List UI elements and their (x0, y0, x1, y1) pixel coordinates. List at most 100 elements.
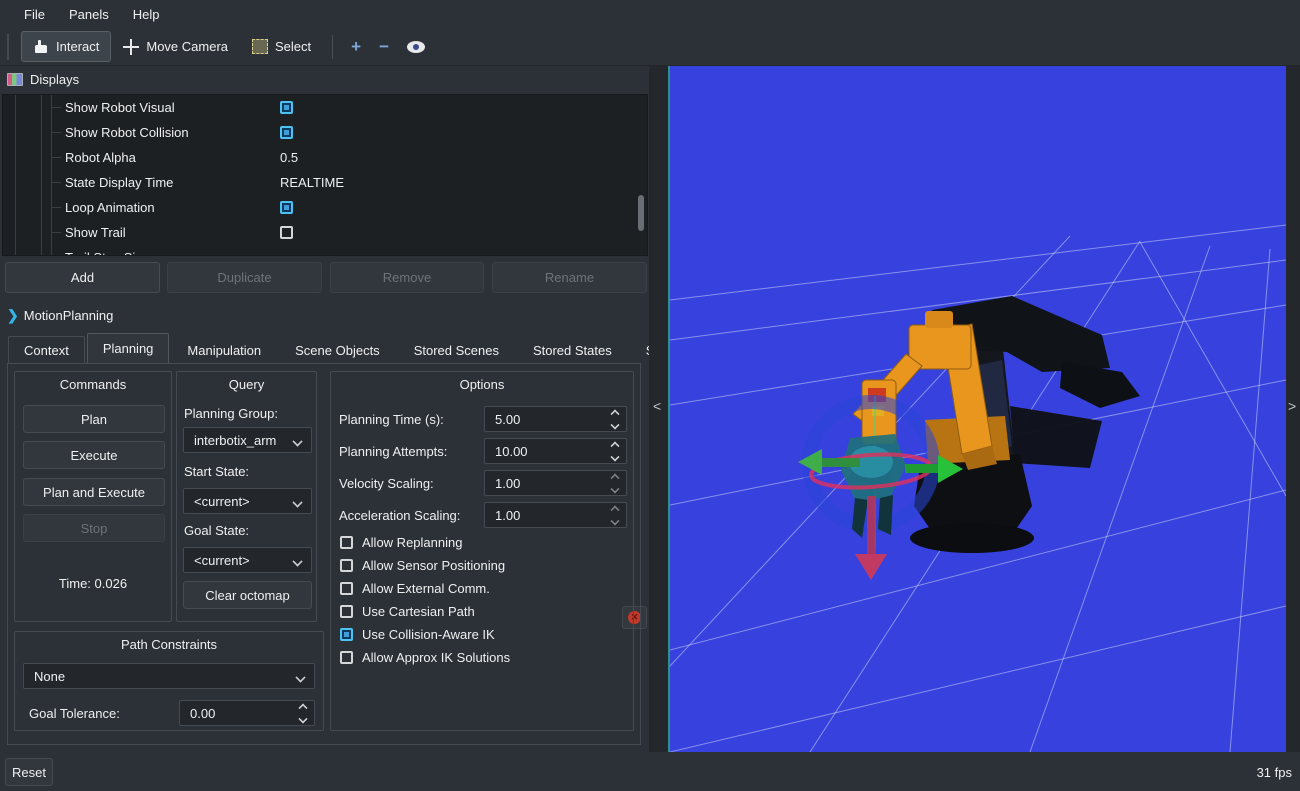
commands-group-title: Commands (15, 377, 171, 392)
allow-replanning-checkbox[interactable]: Allow Replanning (340, 535, 462, 550)
chevron-down-icon (292, 497, 302, 507)
tab-scene-objects[interactable]: Scene Objects (279, 336, 396, 363)
property-label: Show Trail (65, 225, 126, 240)
rename-label: Rename (545, 270, 594, 285)
property-row[interactable]: Trail Step Size (3, 245, 647, 256)
spin-down-icon[interactable] (610, 484, 619, 493)
planning-time-spinbox[interactable]: 5.00 (484, 406, 627, 432)
toolbar-drag-handle[interactable] (7, 34, 12, 60)
query-group: Query Planning Group: interbotix_arm Sta… (176, 371, 317, 622)
toolbar: Interact Move Camera Select + − (0, 28, 1300, 66)
allow-external-comm-checkbox[interactable]: Allow External Comm. (340, 581, 490, 596)
tab-context[interactable]: Context (8, 336, 85, 363)
clear-octomap-button[interactable]: Clear octomap (183, 581, 312, 609)
interact-tool-button[interactable]: Interact (21, 31, 111, 62)
start-state-label: Start State: (184, 464, 249, 479)
plan-and-execute-button[interactable]: Plan and Execute (23, 478, 165, 506)
stop-label: Stop (81, 521, 108, 536)
spin-down-icon[interactable] (610, 452, 619, 461)
checkbox[interactable] (340, 628, 353, 641)
planning-time-label: Planning Time (s): (339, 412, 444, 427)
checkbox[interactable] (340, 536, 353, 549)
path-constraints-title: Path Constraints (15, 637, 323, 652)
collapse-left-icon[interactable]: < (653, 398, 661, 414)
tab-planning[interactable]: Planning (87, 333, 170, 363)
checkbox[interactable] (340, 605, 353, 618)
spin-down-icon[interactable] (610, 420, 619, 429)
spin-down-icon[interactable] (610, 516, 619, 525)
select-tool-button[interactable]: Select (240, 31, 323, 62)
spin-up-icon[interactable] (610, 409, 619, 418)
rviz-window: File Panels Help Interact Move Camera Se… (0, 0, 1300, 791)
use-collision-aware-ik-checkbox[interactable]: Use Collision-Aware IK (340, 627, 495, 642)
planning-time-result: Time: 0.026 (15, 576, 171, 591)
spin-down-icon[interactable] (298, 714, 307, 723)
remove-display-button[interactable]: Remove (330, 262, 484, 293)
goal-state-value: <current> (194, 553, 250, 568)
collapse-right-icon[interactable]: > (1288, 398, 1296, 414)
spin-up-icon[interactable] (298, 703, 307, 712)
property-checkbox[interactable] (280, 126, 293, 139)
planning-group-select[interactable]: interbotix_arm (183, 427, 312, 453)
remove-label: Remove (383, 270, 431, 285)
checkbox[interactable] (340, 559, 353, 572)
clear-octomap-label: Clear octomap (205, 588, 290, 603)
tree-scrollbar[interactable] (638, 195, 644, 231)
status-bar: Reset 31 fps (0, 752, 1300, 791)
property-row[interactable]: Show Trail (3, 220, 647, 245)
property-value[interactable]: REALTIME (280, 175, 344, 190)
path-constraints-select[interactable]: None (23, 663, 315, 689)
property-row[interactable]: Loop Animation (3, 195, 647, 220)
rename-display-button[interactable]: Rename (492, 262, 647, 293)
eye-icon[interactable] (407, 41, 425, 53)
use-cartesian-path-label: Use Cartesian Path (362, 604, 475, 619)
property-value[interactable]: 0.5 (280, 150, 298, 165)
use-cartesian-path-checkbox[interactable]: Use Cartesian Path (340, 604, 475, 619)
duplicate-display-button[interactable]: Duplicate (167, 262, 322, 293)
property-row[interactable]: Robot Alpha 0.5 (3, 145, 647, 170)
acceleration-scaling-spinbox[interactable]: 1.00 (484, 502, 627, 528)
reset-button[interactable]: Reset (5, 758, 53, 786)
spin-up-icon[interactable] (610, 441, 619, 450)
property-label: Loop Animation (65, 200, 155, 215)
left-splitter[interactable]: < (649, 66, 668, 752)
property-checkbox[interactable] (280, 101, 293, 114)
path-constraints-value: None (34, 669, 65, 684)
velocity-scaling-spinbox[interactable]: 1.00 (484, 470, 627, 496)
spin-up-icon[interactable] (610, 473, 619, 482)
displays-property-tree[interactable]: Show Robot Visual Show Robot Collision R… (2, 94, 648, 256)
checkbox[interactable] (340, 582, 353, 595)
spin-up-icon[interactable] (610, 505, 619, 514)
allow-sensor-positioning-checkbox[interactable]: Allow Sensor Positioning (340, 558, 505, 573)
motionplanning-panel-header[interactable]: ❯ MotionPlanning ✕ (0, 302, 657, 328)
property-row[interactable]: State Display Time REALTIME (3, 170, 647, 195)
stop-button[interactable]: Stop (23, 514, 165, 542)
menu-help[interactable]: Help (121, 0, 172, 28)
options-group: Options Planning Time (s): 5.00 Planning… (330, 371, 634, 731)
tab-stored-scenes[interactable]: Stored Scenes (398, 336, 515, 363)
goal-tolerance-spinbox[interactable]: 0.00 (179, 700, 315, 726)
start-state-select[interactable]: <current> (183, 488, 312, 514)
property-checkbox[interactable] (280, 226, 293, 239)
tab-manipulation[interactable]: Manipulation (171, 336, 277, 363)
displays-panel-header[interactable]: Displays ✕ (0, 66, 657, 92)
zoom-out-button[interactable]: − (370, 37, 398, 57)
execute-button[interactable]: Execute (23, 441, 165, 469)
add-display-button[interactable]: Add (5, 262, 160, 293)
right-splitter[interactable]: > (1284, 66, 1300, 752)
property-row[interactable]: Show Robot Visual (3, 95, 647, 120)
zoom-in-button[interactable]: + (342, 37, 370, 57)
checkbox[interactable] (340, 651, 353, 664)
allow-approx-ik-checkbox[interactable]: Allow Approx IK Solutions (340, 650, 510, 665)
menu-panels[interactable]: Panels (57, 0, 121, 28)
tab-stored-states[interactable]: Stored States (517, 336, 628, 363)
property-checkbox[interactable] (280, 201, 293, 214)
property-row[interactable]: Show Robot Collision (3, 120, 647, 145)
move-camera-tool-button[interactable]: Move Camera (111, 31, 240, 62)
plan-button[interactable]: Plan (23, 405, 165, 433)
interact-label: Interact (56, 39, 99, 54)
3d-viewport[interactable] (668, 66, 1286, 752)
goal-state-select[interactable]: <current> (183, 547, 312, 573)
menu-file[interactable]: File (12, 0, 57, 28)
planning-attempts-spinbox[interactable]: 10.00 (484, 438, 627, 464)
